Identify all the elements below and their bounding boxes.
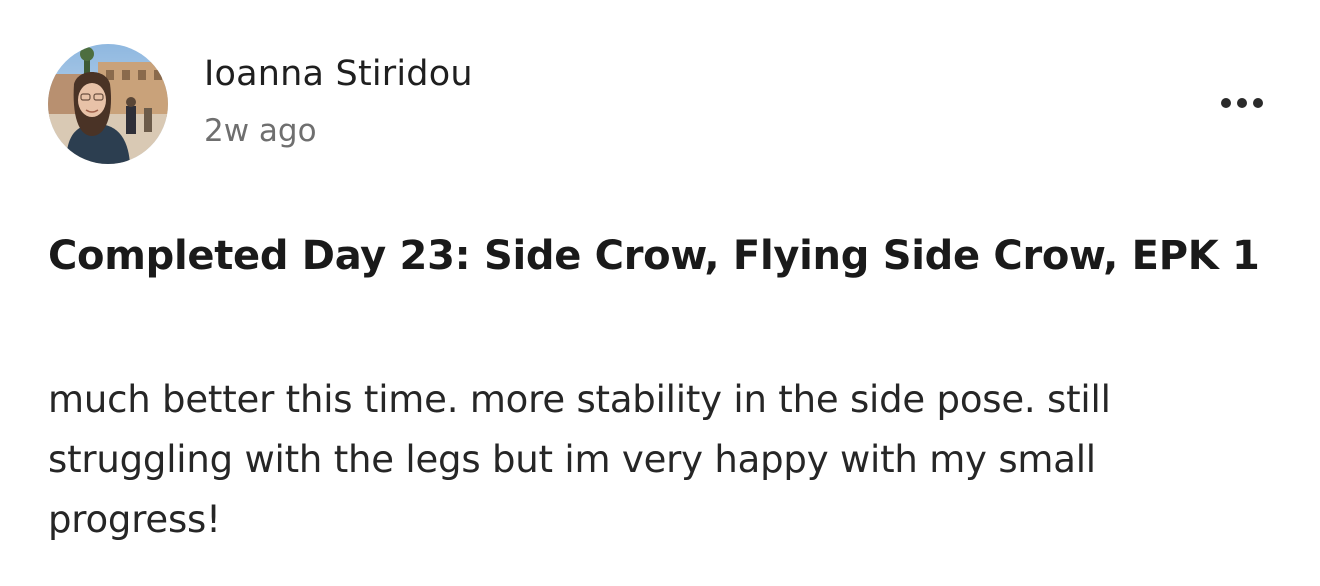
avatar-photo — [48, 44, 168, 164]
post-meta: Ioanna Stiridou 2w ago — [204, 52, 473, 150]
post-body: much better this time. more stability in… — [48, 378, 1111, 541]
more-options-button[interactable] — [1212, 86, 1272, 120]
post-header: Ioanna Stiridou 2w ago — [48, 44, 1272, 164]
post-card: Ioanna Stiridou 2w ago Completed Day 23:… — [0, 0, 1320, 586]
author-name[interactable]: Ioanna Stiridou — [204, 52, 473, 96]
more-horizontal-icon — [1221, 98, 1263, 108]
post-title: Completed Day 23: Side Crow, Flying Side… — [48, 233, 1260, 279]
post-timestamp: 2w ago — [204, 113, 317, 149]
author-avatar[interactable] — [48, 44, 168, 164]
